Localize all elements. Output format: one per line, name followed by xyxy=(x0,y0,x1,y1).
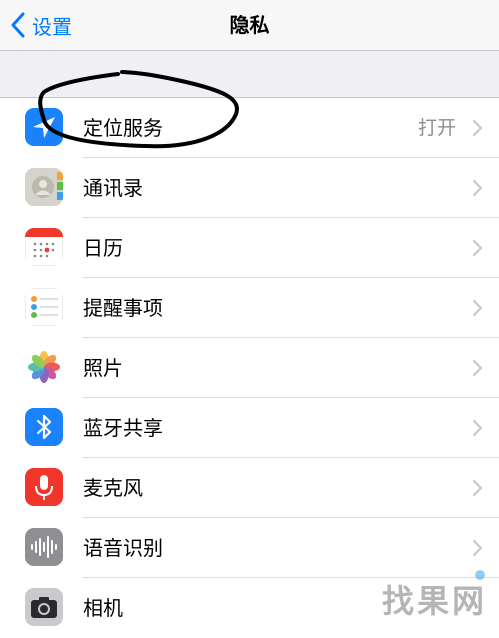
chevron-right-icon xyxy=(472,539,483,557)
row-label: 定位服务 xyxy=(83,116,163,140)
row-label: 语音识别 xyxy=(83,536,163,560)
camera-icon xyxy=(25,588,63,626)
row-speech-recognition[interactable]: 语音识别 xyxy=(0,518,499,578)
row-label: 提醒事项 xyxy=(83,296,163,320)
chevron-right-icon xyxy=(472,419,483,437)
row-photos[interactable]: 照片 xyxy=(0,338,499,398)
chevron-right-icon xyxy=(472,299,483,317)
bluetooth-icon xyxy=(25,408,63,446)
chevron-right-icon xyxy=(472,359,483,377)
location-arrow-icon xyxy=(25,108,63,146)
watermark: 找 果 网 xyxy=(381,570,487,622)
row-label: 通讯录 xyxy=(83,176,143,200)
contacts-icon xyxy=(25,168,63,206)
privacy-settings-list: 定位服务 打开 通讯录 日历 提醒事项 照片 蓝牙共享 麦克风 语音识别 相机 xyxy=(0,97,499,638)
microphone-icon xyxy=(25,468,63,506)
navigation-bar: 设置 隐私 xyxy=(0,0,499,51)
chevron-right-icon xyxy=(472,119,483,137)
row-value: 打开 xyxy=(417,117,456,139)
reminders-icon xyxy=(25,288,63,326)
row-contacts[interactable]: 通讯录 xyxy=(0,158,499,218)
chevron-right-icon xyxy=(472,479,483,497)
watermark-dot-icon xyxy=(475,570,485,580)
page-title: 隐私 xyxy=(229,13,270,37)
chevron-right-icon xyxy=(472,239,483,257)
row-calendar[interactable]: 日历 xyxy=(0,218,499,278)
row-label: 相机 xyxy=(83,596,123,620)
speech-waveform-icon xyxy=(25,528,63,566)
row-label: 麦克风 xyxy=(83,476,143,500)
photos-icon xyxy=(25,348,63,386)
row-microphone[interactable]: 麦克风 xyxy=(0,458,499,518)
row-reminders[interactable]: 提醒事项 xyxy=(0,278,499,338)
chevron-right-icon xyxy=(472,179,483,197)
row-label: 日历 xyxy=(83,236,123,260)
row-label: 蓝牙共享 xyxy=(83,416,163,440)
calendar-icon xyxy=(25,228,63,266)
watermark-char: 找 xyxy=(381,582,417,620)
watermark-char: 网 xyxy=(451,582,487,620)
row-location-services[interactable]: 定位服务 打开 xyxy=(0,98,499,158)
row-label: 照片 xyxy=(83,356,123,380)
watermark-char: 果 xyxy=(416,582,452,620)
row-bluetooth-sharing[interactable]: 蓝牙共享 xyxy=(0,398,499,458)
